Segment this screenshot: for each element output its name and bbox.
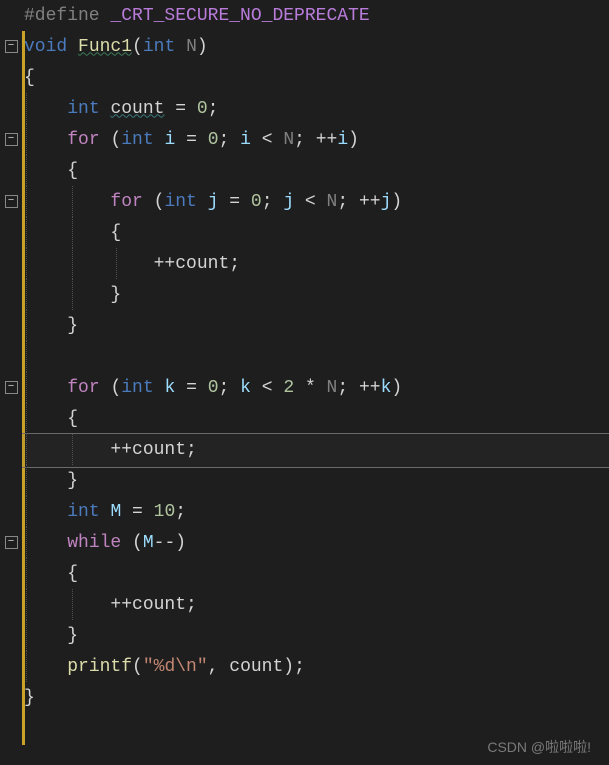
code-line[interactable]: int count = 0; [24,93,609,124]
code-line[interactable]: } [24,279,609,310]
code-line[interactable]: int M = 10; [24,496,609,527]
code-line[interactable]: } [24,465,609,496]
code-line[interactable]: { [24,62,609,93]
code-line[interactable]: #define _CRT_SECURE_NO_DEPRECATE [24,0,609,31]
code-line[interactable]: ++count; [24,589,609,620]
watermark: CSDN @啦啦啦! [487,737,591,757]
fold-gutter: − − − − − [0,0,22,765]
fold-toggle[interactable]: − [5,133,18,146]
code-line[interactable]: for (int i = 0; i < N; ++i) [24,124,609,155]
code-line[interactable]: { [24,155,609,186]
code-line[interactable]: } [24,620,609,651]
preproc: #define [24,6,110,26]
code-line[interactable]: } [24,682,609,713]
macro-name: _CRT_SECURE_NO_DEPRECATE [110,6,369,26]
fold-toggle[interactable]: − [5,195,18,208]
code-line[interactable]: } [24,310,609,341]
fold-toggle[interactable]: − [5,381,18,394]
code-line[interactable]: for (int k = 0; k < 2 * N; ++k) [24,372,609,403]
fold-toggle[interactable]: − [5,536,18,549]
code-line[interactable]: { [24,403,609,434]
code-line[interactable]: for (int j = 0; j < N; ++j) [24,186,609,217]
code-line[interactable]: void Func1(int N) [24,31,609,62]
code-line[interactable]: { [24,558,609,589]
code-area[interactable]: #define _CRT_SECURE_NO_DEPRECATE void Fu… [22,0,609,765]
code-line[interactable] [24,341,609,372]
code-line[interactable]: printf("%d\n", count); [24,651,609,682]
code-line[interactable]: ++count; [24,248,609,279]
code-line[interactable]: while (M--) [24,527,609,558]
code-editor[interactable]: − − − − − #define _CRT_SECURE_NO_DEPRECA… [0,0,609,765]
code-line[interactable]: { [24,217,609,248]
fold-toggle[interactable]: − [5,40,18,53]
code-line[interactable]: ++count; [24,434,609,465]
function-name: Func1 [78,37,132,57]
